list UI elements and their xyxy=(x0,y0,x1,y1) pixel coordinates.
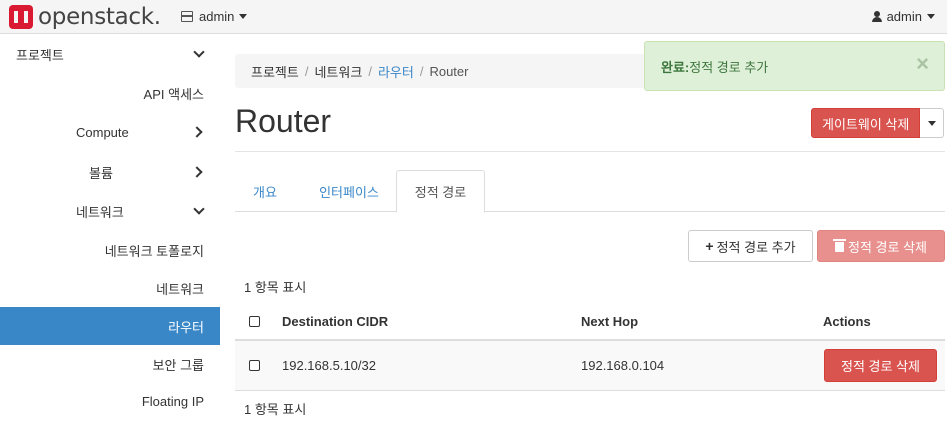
sidebar-item-label: 네트워크 xyxy=(156,281,204,297)
top-navbar: openstack. admin admin xyxy=(0,0,947,34)
alert-title: 완료: xyxy=(661,59,690,75)
user-icon xyxy=(871,11,882,22)
success-alert: 완료: 정적 경로 추가 × xyxy=(644,41,945,91)
tab-static-routes[interactable]: 정적 경로 xyxy=(396,170,485,213)
sidebar-item-label: 라우터 xyxy=(168,319,204,335)
breadcrumb-separator: / xyxy=(419,63,424,79)
delete-static-routes-button[interactable]: 정적 경로 삭제 xyxy=(817,230,945,262)
sidebar-item-api-access[interactable]: API 액세스 xyxy=(0,74,220,112)
delete-static-route-button[interactable]: 정적 경로 삭제 xyxy=(824,349,937,382)
item-count-bottom: 1 항목 표시 xyxy=(244,402,307,417)
page-title: Router xyxy=(235,103,332,139)
caret-down-icon xyxy=(927,120,936,126)
project-dropdown[interactable]: admin xyxy=(181,9,248,24)
project-label: admin xyxy=(199,9,235,24)
alert-message: 정적 경로 추가 xyxy=(689,59,769,75)
sidebar-item-volumes[interactable]: 볼륨 xyxy=(0,153,220,191)
breadcrumb-item-network: 네트워크 xyxy=(314,64,363,80)
sidebar-item-label: 네트워크 토폴로지 xyxy=(104,243,204,259)
logo-text: openstack. xyxy=(38,4,161,30)
divider xyxy=(235,151,945,152)
sidebar: 프로젝트 API 액세스 Compute 볼륨 네트워크 네트워크 토폴로지 네… xyxy=(0,34,220,424)
more-actions-button[interactable] xyxy=(920,108,945,138)
sidebar-item-networks[interactable]: 네트워크 xyxy=(0,269,220,307)
delete-gateway-button[interactable]: 게이트웨이 삭제 xyxy=(811,108,921,138)
sidebar-item-network-topology[interactable]: 네트워크 토폴로지 xyxy=(0,231,220,269)
table-row: 192.168.5.10/32 192.168.0.104 정적 경로 삭제 xyxy=(235,341,945,391)
column-next-hop[interactable]: Next Hop xyxy=(581,303,638,339)
chevron-down-icon xyxy=(193,203,205,215)
column-destination-cidr[interactable]: Destination CIDR xyxy=(282,303,388,339)
sidebar-item-label: API 액세스 xyxy=(143,86,204,102)
sidebar-item-routers[interactable]: 라우터 xyxy=(0,307,220,345)
sidebar-item-network[interactable]: 네트워크 xyxy=(0,192,220,230)
next-hop-cell: 192.168.0.104 xyxy=(581,358,665,373)
actions-cell: 정적 경로 삭제 xyxy=(824,341,937,390)
breadcrumb-current: Router xyxy=(429,63,469,79)
delete-static-routes-label: 정적 경로 삭제 xyxy=(848,239,927,255)
close-icon[interactable]: × xyxy=(916,53,929,75)
tab-overview[interactable]: 개요 xyxy=(235,170,295,212)
table-header: Destination CIDR Next Hop Actions xyxy=(235,303,945,341)
breadcrumb-separator: / xyxy=(368,63,372,79)
column-actions: Actions xyxy=(823,313,871,329)
caret-down-icon xyxy=(239,14,248,19)
gateway-actions: 게이트웨이 삭제 xyxy=(811,108,945,138)
user-label: admin xyxy=(886,9,922,24)
checkbox-icon xyxy=(249,315,260,327)
chevron-right-icon xyxy=(191,166,203,178)
sidebar-item-label: 네트워크 xyxy=(76,204,124,220)
sidebar-item-project[interactable]: 프로젝트 xyxy=(0,35,220,73)
project-icon xyxy=(181,11,193,22)
sidebar-item-floating-ip[interactable]: Floating IP xyxy=(0,382,220,420)
chevron-down-icon xyxy=(193,46,205,58)
select-all-checkbox[interactable] xyxy=(249,303,260,339)
tab-bar: 개요 인터페이스 정적 경로 xyxy=(235,170,945,213)
plus-icon: + xyxy=(705,238,714,254)
breadcrumb-separator: / xyxy=(304,63,309,79)
sidebar-item-label: 프로젝트 xyxy=(16,47,64,63)
row-checkbox[interactable] xyxy=(249,341,260,390)
sidebar-item-label: Compute xyxy=(76,124,129,140)
sidebar-item-label: 볼륨 xyxy=(89,165,113,181)
sidebar-item-label: 보안 그룹 xyxy=(152,357,204,373)
trash-icon xyxy=(833,239,846,252)
openstack-logo-icon xyxy=(9,5,33,29)
breadcrumb: 프로젝트 / 네트워크 / 라우터 / Router xyxy=(235,54,705,88)
sidebar-item-security-groups[interactable]: 보안 그룹 xyxy=(0,345,220,383)
item-count-top: 1 항목 표시 xyxy=(244,280,307,295)
add-static-route-label: 정적 경로 추가 xyxy=(716,239,796,255)
destination-cidr-cell: 192.168.5.10/32 xyxy=(282,358,376,373)
sidebar-item-label: Floating IP xyxy=(141,393,204,409)
static-routes-table: Destination CIDR Next Hop Actions 192.16… xyxy=(235,303,945,391)
tab-interfaces[interactable]: 인터페이스 xyxy=(301,170,397,212)
checkbox-icon xyxy=(249,360,260,371)
user-dropdown[interactable]: admin xyxy=(871,9,935,24)
chevron-right-icon xyxy=(191,126,203,138)
add-static-route-button[interactable]: + 정적 경로 추가 xyxy=(688,230,813,262)
caret-down-icon xyxy=(927,14,935,19)
openstack-logo[interactable]: openstack. xyxy=(9,4,161,30)
breadcrumb-item-project: 프로젝트 xyxy=(251,64,299,80)
sidebar-item-compute[interactable]: Compute xyxy=(0,113,220,151)
breadcrumb-link-routers[interactable]: 라우터 xyxy=(378,62,414,81)
